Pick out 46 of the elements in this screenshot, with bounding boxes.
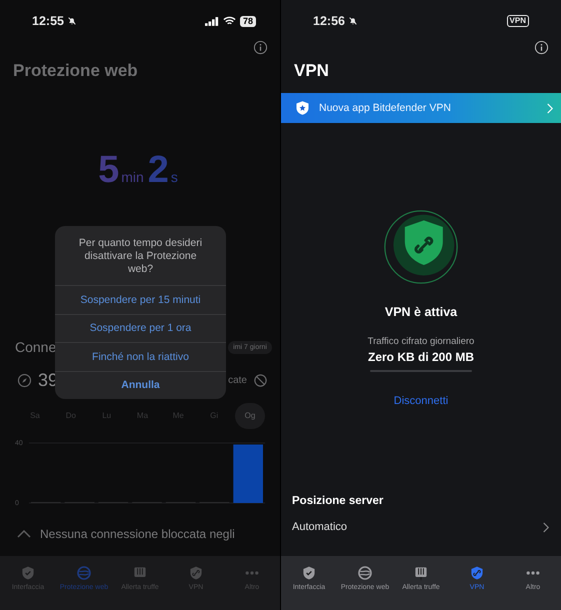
promo-banner[interactable]: Nuova app Bitdefender VPN	[281, 93, 561, 123]
timer-unit: min	[121, 169, 144, 185]
compass-icon	[17, 372, 32, 388]
shield-check-icon	[20, 565, 36, 581]
battery-indicator: 78	[240, 16, 256, 26]
signal-icon	[204, 16, 219, 26]
section-title: Conne	[15, 339, 56, 355]
server-row[interactable]: Automatico	[281, 507, 561, 533]
shield-link-icon	[469, 565, 485, 581]
disconnect-link[interactable]: Disconnetti	[390, 393, 452, 409]
timer-minutes: 5	[98, 149, 120, 192]
chevron-up-icon[interactable]	[17, 530, 31, 538]
empty-message: Nessuna connessione bloccata negli	[40, 527, 235, 541]
bell-slash-icon	[66, 16, 77, 26]
blocked-icon	[253, 372, 268, 388]
shield-star-icon	[295, 100, 310, 116]
grid-icon	[413, 565, 429, 581]
globe-icon	[76, 565, 92, 581]
action-option[interactable]: Sospendere per 1 ora	[55, 314, 226, 342]
status-time: 12:55	[32, 14, 64, 28]
day-tab[interactable]: Og	[234, 403, 265, 429]
timer-unit: s	[170, 169, 178, 185]
screen-title: VPN	[293, 60, 330, 82]
timer-seconds: 2	[148, 149, 169, 192]
shield-link-icon	[188, 565, 204, 581]
action-option[interactable]: Sospendere per 15 minuti	[55, 285, 226, 314]
vpn-status: VPN è attiva	[384, 305, 458, 319]
shield-check-icon	[301, 565, 317, 581]
chart-bar	[233, 444, 263, 503]
status-time: 12:56	[313, 14, 345, 28]
blocked-label: cate	[228, 374, 247, 386]
info-icon	[253, 40, 268, 55]
vpn-badge: VPN	[506, 15, 529, 27]
screen-title: Protezione web	[12, 60, 139, 82]
info-icon	[534, 40, 549, 55]
dialog-message: Per quanto tempo desideri disattivare la Protezione web?	[78, 236, 204, 277]
traffic-value: Zero KB di 200 MB	[366, 350, 476, 364]
action-option[interactable]: Finché non la riattivo	[55, 342, 226, 370]
traffic-label: Traffico cifrato giornaliero	[366, 336, 476, 347]
chevron-right-icon	[543, 522, 549, 532]
chevron-right-icon	[547, 102, 553, 114]
cancel-button[interactable]: Annulla	[55, 370, 226, 399]
wifi-icon	[222, 16, 236, 26]
section-title: Posizione server	[291, 495, 384, 507]
globe-icon	[357, 565, 373, 581]
bell-slash-icon	[348, 16, 358, 26]
